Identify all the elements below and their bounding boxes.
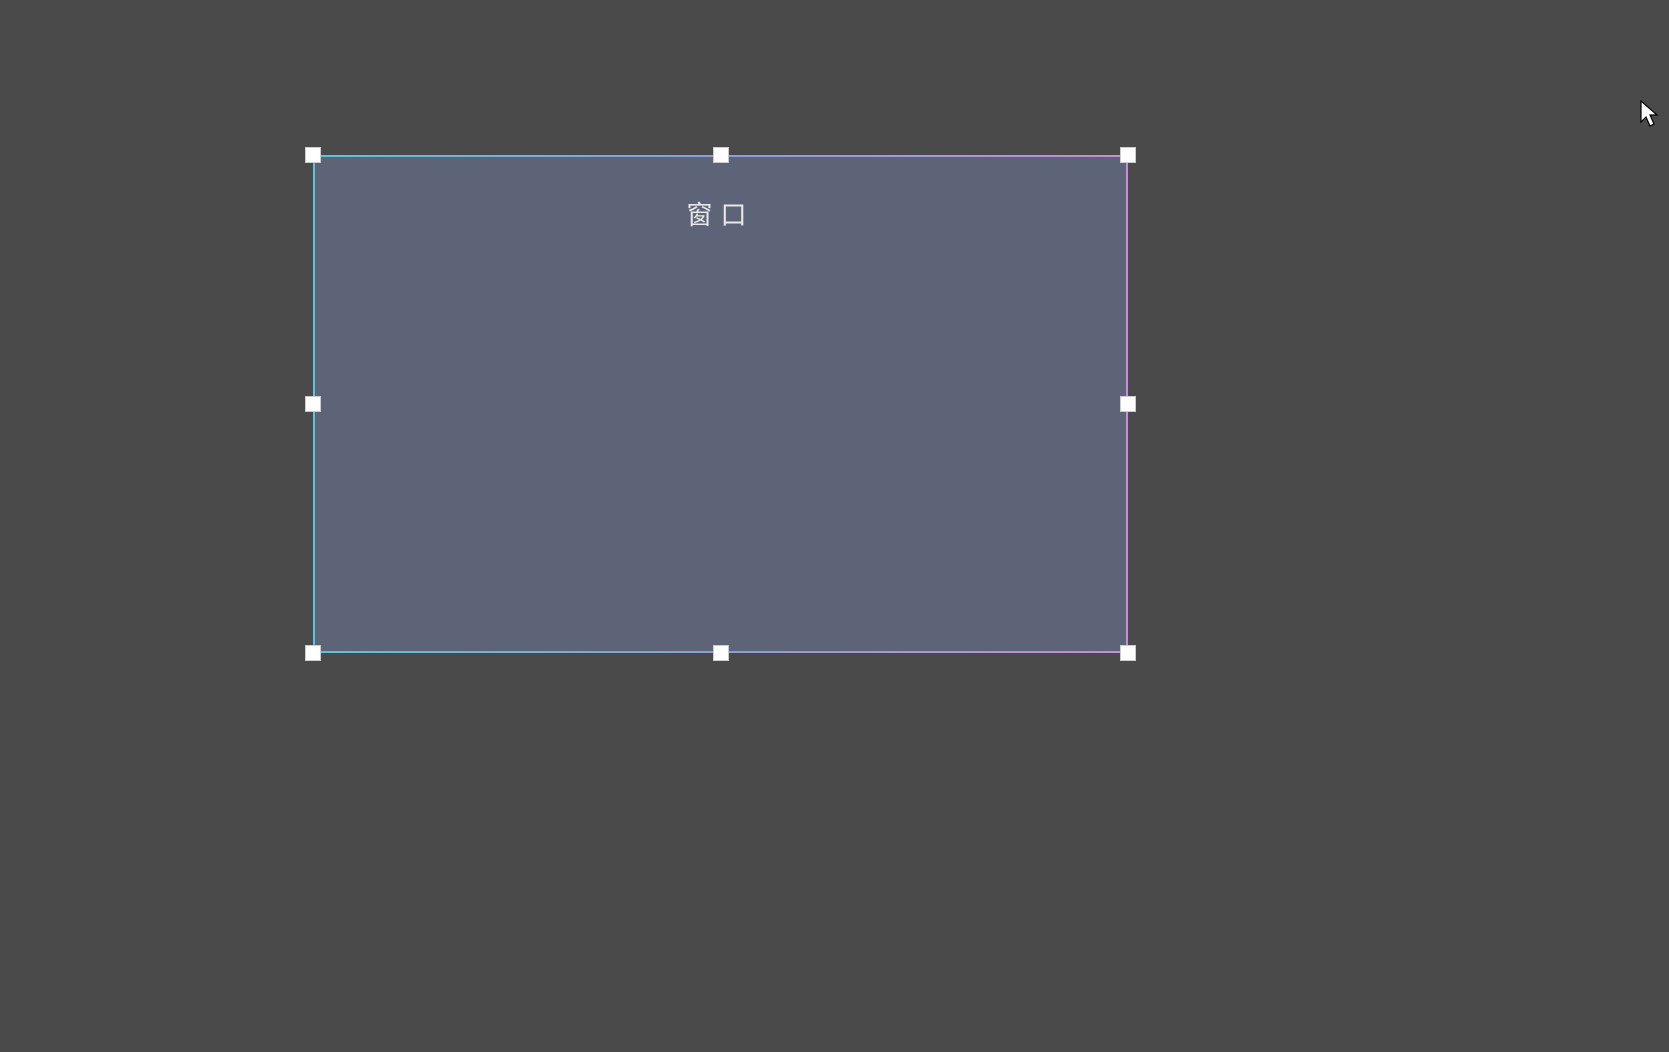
- resize-handle-se[interactable]: [1120, 645, 1136, 661]
- panel-title: 窗口: [315, 195, 1126, 232]
- resize-handle-s[interactable]: [713, 645, 729, 661]
- resize-handle-n[interactable]: [713, 147, 729, 163]
- resize-handle-nw[interactable]: [305, 147, 321, 163]
- mouse-cursor-icon: [1640, 100, 1660, 133]
- editor-canvas[interactable]: 窗口: [0, 0, 1669, 1052]
- resize-handle-ne[interactable]: [1120, 147, 1136, 163]
- selected-window-panel[interactable]: 窗口: [313, 155, 1128, 653]
- panel-body: 窗口: [315, 157, 1126, 651]
- resize-handle-sw[interactable]: [305, 645, 321, 661]
- resize-handle-e[interactable]: [1120, 396, 1136, 412]
- resize-handle-w[interactable]: [305, 396, 321, 412]
